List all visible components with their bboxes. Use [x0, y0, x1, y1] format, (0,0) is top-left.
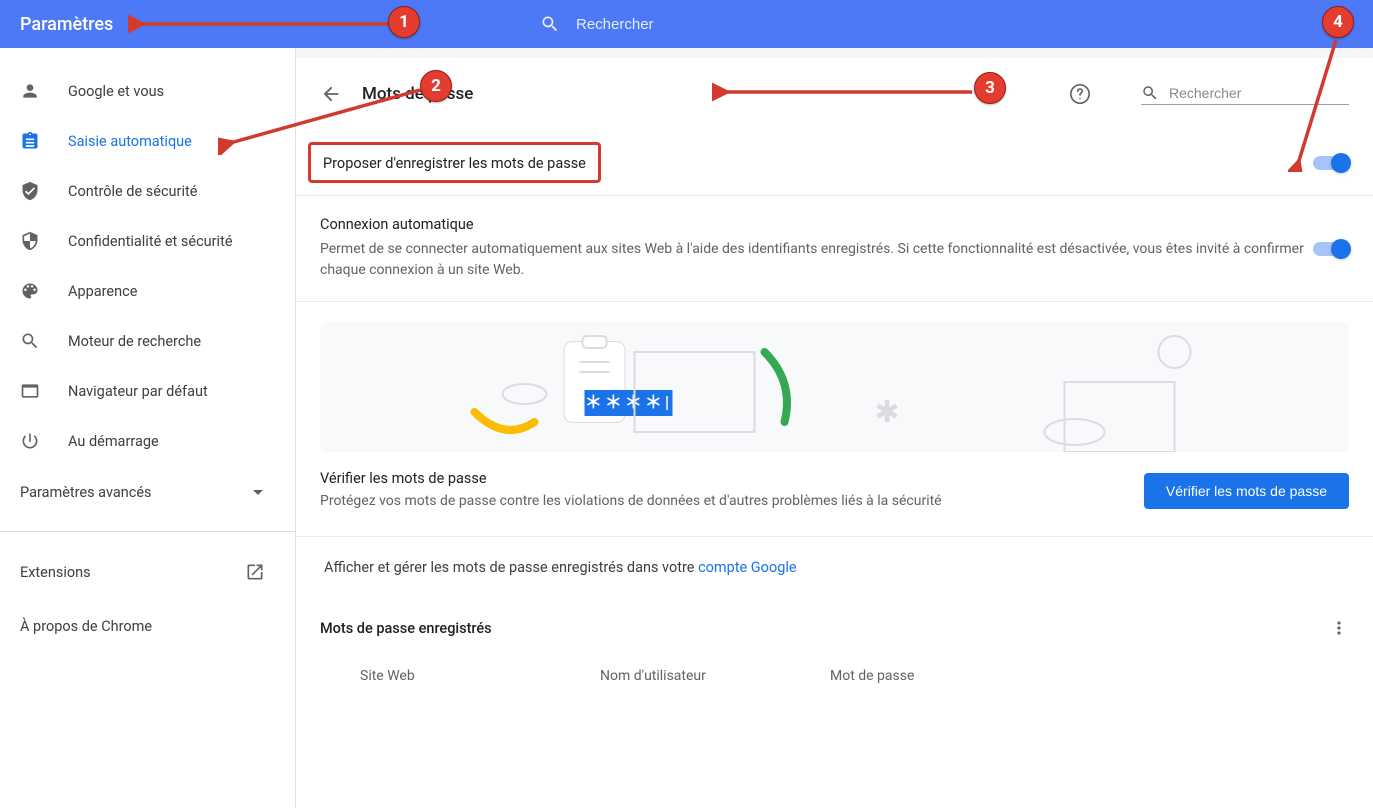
- page-title: Mots de passe: [362, 84, 1049, 104]
- col-pass: Mot de passe: [830, 668, 1349, 684]
- browser-icon: [20, 381, 40, 401]
- svg-text:＊＊＊＊|: ＊＊＊＊|: [585, 393, 672, 413]
- sidebar-advanced-toggle[interactable]: Paramètres avancés: [0, 466, 295, 519]
- sidebar-advanced-label: Paramètres avancés: [20, 484, 152, 501]
- search-icon: [1141, 84, 1159, 102]
- app-title: Paramètres: [20, 14, 113, 35]
- sidebar-item-startup[interactable]: Au démarrage: [0, 416, 295, 466]
- auto-signin-desc: Permet de se connecter automatiquement a…: [320, 239, 1313, 281]
- sidebar-item-label: Au démarrage: [68, 433, 159, 450]
- sidebar-item-label: Apparence: [68, 283, 137, 300]
- shield-icon: [20, 231, 40, 251]
- google-account-section: Afficher et gérer les mots de passe enre…: [296, 537, 1373, 598]
- verify-desc: Protégez vos mots de passe contre les vi…: [320, 491, 1124, 512]
- saved-title: Mots de passe enregistrés: [320, 620, 492, 637]
- saved-columns: Site Web Nom d'utilisateur Mot de passe: [320, 668, 1349, 684]
- palette-icon: [20, 281, 40, 301]
- setting-text: Proposer d'enregistrer les mots de passe: [320, 150, 1313, 175]
- setting-text: Connexion automatique Permet de se conne…: [320, 216, 1313, 281]
- offer-save-label: Proposer d'enregistrer les mots de passe: [323, 155, 586, 172]
- annotation-marker-4: 4: [1322, 6, 1354, 38]
- saved-header: Mots de passe enregistrés: [320, 618, 1349, 638]
- clipboard-icon: [20, 131, 40, 151]
- sidebar-item-privacy[interactable]: Confidentialité et sécurité: [0, 216, 295, 266]
- sidebar-item-appearance[interactable]: Apparence: [0, 266, 295, 316]
- highlight-box: Proposer d'enregistrer les mots de passe: [308, 142, 601, 183]
- google-account-link[interactable]: compte Google: [698, 559, 797, 576]
- setting-auto-signin: Connexion automatique Permet de se conne…: [296, 196, 1373, 302]
- search-icon: [540, 14, 560, 34]
- header-left: Paramètres: [0, 0, 520, 48]
- sidebar-item-autofill[interactable]: Saisie automatique: [0, 116, 295, 166]
- sidebar-item-google[interactable]: Google et vous: [0, 66, 295, 116]
- divider: [0, 531, 295, 532]
- offer-save-toggle[interactable]: [1313, 156, 1349, 170]
- annotation-marker-2: 2: [420, 70, 452, 102]
- power-icon: [20, 431, 40, 451]
- back-arrow-icon[interactable]: [320, 83, 342, 105]
- col-user: Nom d'utilisateur: [600, 668, 830, 684]
- google-account-prefix: Afficher et gérer les mots de passe enre…: [324, 559, 698, 576]
- sidebar-item-label: Moteur de recherche: [68, 333, 201, 350]
- sidebar: Google et vous Saisie automatique Contrô…: [0, 48, 296, 808]
- sidebar-item-label: Contrôle de sécurité: [68, 183, 197, 200]
- setting-offer-save: Proposer d'enregistrer les mots de passe: [296, 130, 1373, 196]
- sidebar-item-default-browser[interactable]: Navigateur par défaut: [0, 366, 295, 416]
- main-area: Google et vous Saisie automatique Contrô…: [0, 48, 1373, 808]
- content: Mots de passe Proposer d'enregistrer les…: [296, 58, 1373, 808]
- external-link-icon: [245, 562, 265, 582]
- sidebar-about-link[interactable]: À propos de Chrome: [0, 600, 295, 653]
- sidebar-item-label: Google et vous: [68, 83, 164, 100]
- saved-passwords-section: Mots de passe enregistrés Site Web Nom d…: [296, 598, 1373, 684]
- sidebar-item-label: Confidentialité et sécurité: [68, 233, 233, 250]
- illustration: ＊＊＊＊| ✱: [320, 322, 1349, 452]
- content-search: [1141, 84, 1349, 105]
- person-icon: [20, 81, 40, 101]
- sidebar-extensions-link[interactable]: Extensions: [0, 544, 295, 600]
- chevron-down-icon: [253, 490, 263, 495]
- about-label: À propos de Chrome: [20, 618, 152, 635]
- annotation-marker-1: 1: [388, 6, 420, 38]
- passwords-search-input[interactable]: [1169, 85, 1349, 101]
- verify-title: Vérifier les mots de passe: [320, 470, 1124, 487]
- app-header: Paramètres: [0, 0, 1373, 48]
- header-search-area: [520, 0, 1373, 48]
- shield-check-icon: [20, 181, 40, 201]
- global-search-input[interactable]: [576, 16, 976, 33]
- sidebar-item-safety[interactable]: Contrôle de sécurité: [0, 166, 295, 216]
- col-site: Site Web: [360, 668, 600, 684]
- help-icon[interactable]: [1069, 83, 1091, 105]
- search-icon: [20, 331, 40, 351]
- verify-passwords-button[interactable]: Vérifier les mots de passe: [1144, 473, 1349, 509]
- verify-row: Vérifier les mots de passe Protégez vos …: [320, 470, 1349, 512]
- verify-section: ＊＊＊＊| ✱ Vérifier les mots de passe Proté…: [296, 322, 1373, 537]
- annotation-marker-3: 3: [974, 72, 1006, 104]
- auto-signin-toggle[interactable]: [1313, 242, 1349, 256]
- extensions-label: Extensions: [20, 564, 91, 581]
- more-vert-icon[interactable]: [1329, 618, 1349, 638]
- sidebar-item-label: Saisie automatique: [68, 133, 192, 150]
- sidebar-item-search-engine[interactable]: Moteur de recherche: [0, 316, 295, 366]
- content-header: Mots de passe: [296, 58, 1373, 130]
- sidebar-item-label: Navigateur par défaut: [68, 383, 208, 400]
- content-wrapper: Mots de passe Proposer d'enregistrer les…: [296, 48, 1373, 808]
- auto-signin-label: Connexion automatique: [320, 216, 1313, 233]
- svg-text:✱: ✱: [875, 395, 900, 430]
- verify-text: Vérifier les mots de passe Protégez vos …: [320, 470, 1124, 512]
